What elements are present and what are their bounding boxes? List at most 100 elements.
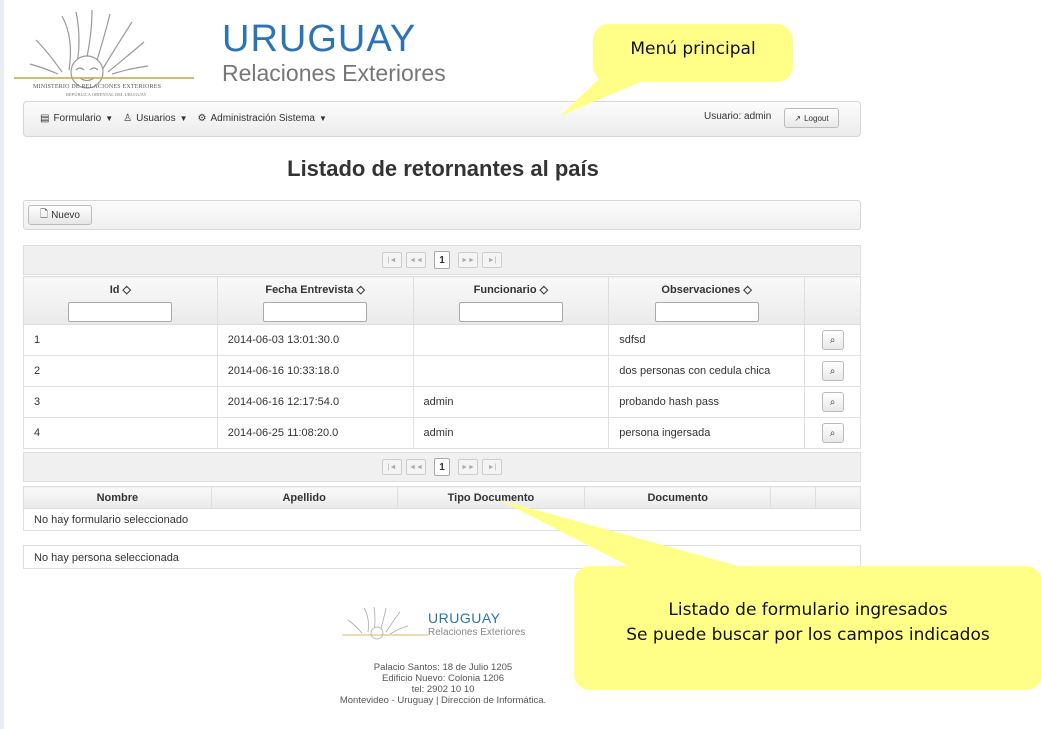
cell-observaciones: probando hash pass — [608, 386, 805, 418]
last-page-button[interactable]: ►| — [482, 252, 502, 268]
paginator-bottom: |◄ ◄◄ 1 ►► ►| — [23, 452, 861, 482]
republic-name: REPÚBLICA ORIENTAL DEL URUGUAY — [66, 92, 147, 97]
cell-funcionario — [412, 355, 610, 387]
gear-icon: ⚙ — [197, 113, 207, 124]
footer-brand-title: URUGUAY — [428, 610, 501, 626]
toolbar: 🗋 Nuevo — [23, 200, 861, 230]
cell-funcionario: admin — [412, 417, 610, 449]
nav-item-label: Administración Sistema — [210, 113, 315, 124]
search-icon[interactable]: ⌕ — [821, 361, 844, 381]
cell-fecha: 2014-06-16 12:17:54.0 — [216, 386, 414, 418]
callout-line: Listado de formulario ingresados — [668, 600, 948, 620]
callout-line: Se puede buscar por los campos indicados — [626, 625, 990, 645]
cell-fecha: 2014-06-25 11:08:20.0 — [216, 417, 414, 449]
nav-item-label: Usuarios — [136, 113, 176, 124]
cell-actions: ⌕ — [804, 355, 861, 387]
table-row[interactable]: 4 2014-06-25 11:08:20.0 admin persona in… — [23, 417, 861, 449]
first-page-button[interactable]: |◄ — [382, 459, 402, 475]
logout-label: Logout — [804, 113, 829, 123]
prev-page-button[interactable]: ◄◄ — [406, 459, 426, 475]
nav-item-administracion[interactable]: ⚙ Administración Sistema ▼ — [198, 113, 327, 124]
empty-message: No hay formulario seleccionado — [23, 508, 861, 531]
cell-actions: ⌕ — [804, 417, 861, 449]
first-page-button[interactable]: |◄ — [382, 252, 402, 268]
retornantes-table: Id ◇ Fecha Entrevista ◇ Funcionario ◇ Ob… — [23, 276, 861, 449]
current-user-label: Usuario: admin — [704, 111, 772, 122]
column-header-fecha[interactable]: Fecha Entrevista ◇ — [216, 276, 414, 325]
nav-item-label: Formulario — [53, 113, 102, 124]
search-icon[interactable]: ⌕ — [821, 330, 844, 350]
page-number-button[interactable]: 1 — [434, 251, 450, 269]
column-header-actions — [804, 276, 861, 325]
search-icon[interactable]: ⌕ — [821, 423, 844, 443]
page-number-button[interactable]: 1 — [434, 458, 450, 476]
cell-actions: ⌕ — [804, 324, 861, 356]
cell-id: 3 — [23, 386, 218, 418]
column-header-extra — [770, 486, 817, 509]
prev-page-button[interactable]: ◄◄ — [406, 252, 426, 268]
footer-line: Montevideo - Uruguay | Dirección de Info… — [339, 695, 547, 706]
ministry-name: MINISTERIO DE RELACIONES EXTERIORES — [33, 84, 162, 90]
cell-fecha: 2014-06-16 10:33:18.0 — [216, 355, 414, 387]
column-label: Id ◇ — [109, 284, 132, 296]
caret-down-icon: ▼ — [105, 114, 114, 123]
nuevo-label: Nuevo — [51, 209, 80, 221]
cell-funcionario: admin — [412, 386, 610, 418]
table-row[interactable]: 1 2014-06-03 13:01:30.0 sdfsd ⌕ — [23, 324, 861, 356]
column-header-apellido[interactable]: Apellido — [210, 486, 398, 509]
brand-title: URUGUAY — [222, 18, 417, 60]
caret-down-icon: ▼ — [179, 114, 188, 123]
column-header-observaciones[interactable]: Observaciones ◇ — [608, 276, 805, 325]
column-header-documento[interactable]: Documento — [584, 486, 772, 509]
cell-funcionario — [412, 324, 610, 356]
filter-input-funcionario[interactable] — [458, 302, 563, 322]
footer-line: Edificio Nuevo: Colonia 1206 — [382, 673, 504, 684]
personas-table: Nombre Apellido Tipo Documento Documento… — [23, 486, 861, 531]
paginator-top: |◄ ◄◄ 1 ►► ►| — [23, 245, 861, 275]
user-icon: ♙ — [123, 113, 133, 124]
footer-line: Palacio Santos: 18 de Julio 1205 — [373, 662, 513, 673]
column-header-nombre[interactable]: Nombre — [23, 486, 212, 509]
cell-id: 1 — [23, 324, 218, 356]
menu-callout: Menú principal — [593, 24, 793, 82]
next-page-button[interactable]: ►► — [458, 252, 478, 268]
table-row[interactable]: 2 2014-06-16 10:33:18.0 dos personas con… — [23, 355, 861, 387]
cell-id: 2 — [23, 355, 218, 387]
list-callout: Listado de formulario ingresados Se pued… — [574, 566, 1041, 690]
cell-actions: ⌕ — [804, 386, 861, 418]
filter-input-fecha[interactable] — [263, 302, 368, 322]
column-header-tipo-documento[interactable]: Tipo Documento — [396, 486, 586, 509]
page-title: Listado de retornantes al país — [287, 156, 599, 181]
nuevo-button[interactable]: 🗋 Nuevo — [28, 205, 92, 225]
filter-input-id[interactable] — [68, 302, 173, 322]
brand-subtitle: Relaciones Exteriores — [222, 60, 446, 86]
form-icon: ▤ — [40, 113, 50, 124]
column-label: Funcionario ◇ — [473, 284, 549, 296]
cell-observaciones: dos personas con cedula chica — [608, 355, 805, 387]
footer-address: Palacio Santos: 18 de Julio 1205 Edifici… — [300, 662, 586, 706]
nav-item-formulario[interactable]: ▤ Formulario ▼ — [40, 113, 113, 124]
external-link-icon: ↗ — [794, 113, 802, 123]
column-header-funcionario[interactable]: Funcionario ◇ — [412, 276, 610, 325]
column-header-extra — [815, 486, 861, 509]
column-label: Fecha Entrevista ◇ — [265, 284, 365, 296]
document-icon: 🗋 — [40, 208, 49, 220]
caret-down-icon: ▼ — [318, 114, 327, 123]
cell-id: 4 — [23, 417, 218, 449]
logout-button[interactable]: ↗ Logout — [784, 108, 839, 128]
footer-line: tel: 2902 10 10 — [411, 684, 475, 695]
nav-item-usuarios[interactable]: ♙ Usuarios ▼ — [123, 113, 187, 124]
next-page-button[interactable]: ►► — [458, 459, 478, 475]
filter-input-observaciones[interactable] — [654, 302, 759, 322]
cell-observaciones: persona ingersada — [608, 417, 805, 449]
last-page-button[interactable]: ►| — [482, 459, 502, 475]
table-row[interactable]: 3 2014-06-16 12:17:54.0 admin probando h… — [23, 386, 861, 418]
left-edge-bar — [0, 0, 4, 729]
main-navbar: ▤ Formulario ▼ ♙ Usuarios ▼ ⚙ Administra… — [23, 101, 861, 137]
search-icon[interactable]: ⌕ — [821, 392, 844, 412]
column-label: Observaciones ◇ — [661, 284, 752, 296]
cell-observaciones: sdfsd — [608, 324, 805, 356]
column-header-id[interactable]: Id ◇ — [23, 276, 218, 325]
nav-menu: ▤ Formulario ▼ ♙ Usuarios ▼ ⚙ Administra… — [40, 113, 327, 124]
cell-fecha: 2014-06-03 13:01:30.0 — [216, 324, 414, 356]
